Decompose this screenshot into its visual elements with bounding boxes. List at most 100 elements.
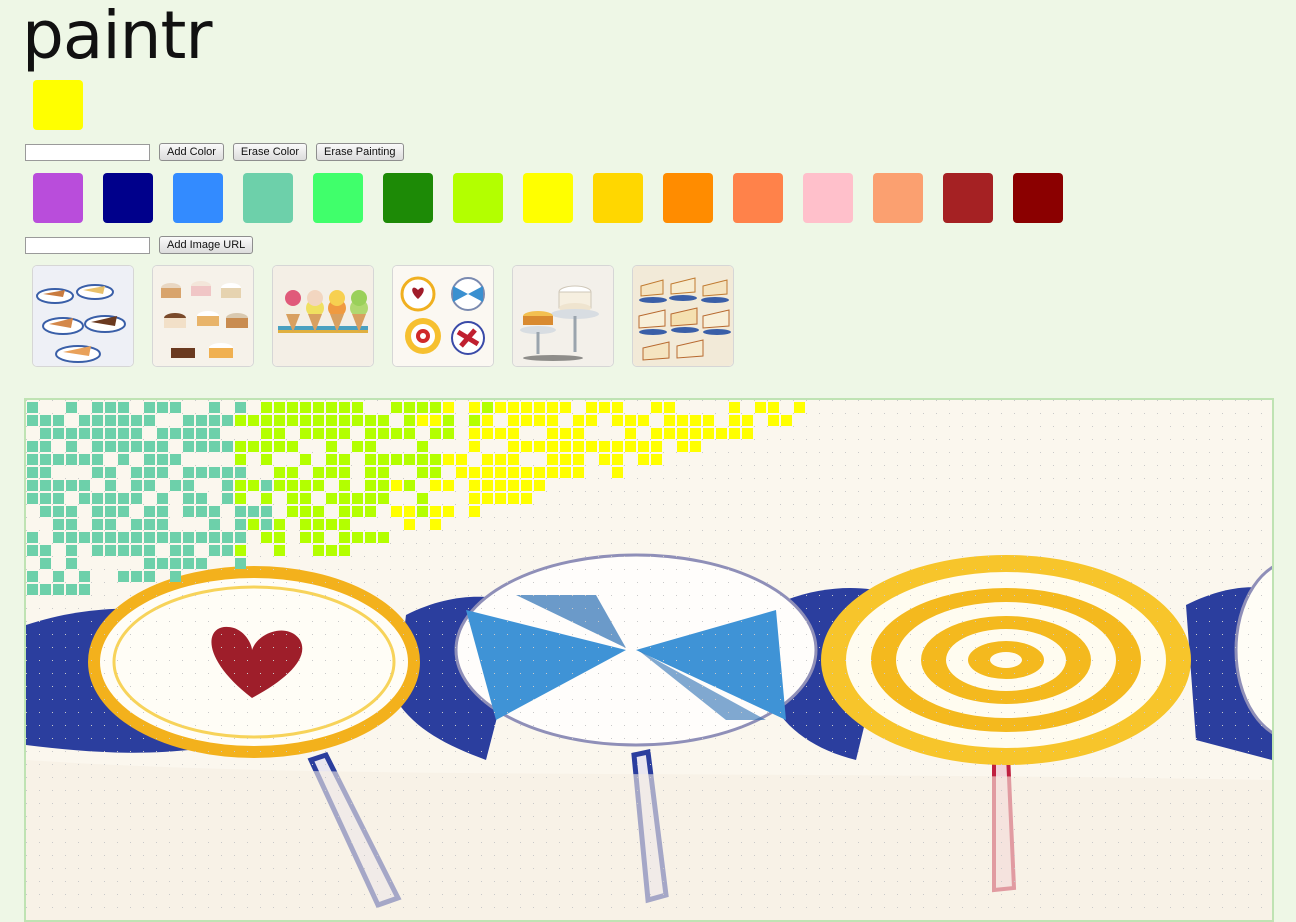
painted-pixel (118, 545, 129, 556)
add-color-button[interactable]: Add Color (159, 143, 224, 161)
painted-pixel (313, 506, 324, 517)
painted-pixel (222, 493, 233, 504)
painted-pixel (105, 467, 116, 478)
painting-canvas[interactable] (24, 398, 1274, 922)
gallery-thumb-cakes[interactable] (153, 266, 253, 366)
painted-pixel (430, 467, 441, 478)
painted-pixel (235, 545, 246, 556)
color-swatch-dark-green[interactable] (383, 173, 433, 223)
painted-pixel (118, 571, 129, 582)
painted-pixel (118, 402, 129, 413)
painted-pixel (40, 584, 51, 595)
painted-pixel (599, 402, 610, 413)
color-swatch-lime[interactable] (453, 173, 503, 223)
painted-pixel (391, 428, 402, 439)
painted-pixel (482, 493, 493, 504)
painted-pixel (339, 454, 350, 465)
painted-pixel (313, 519, 324, 530)
image-url-input[interactable] (25, 236, 150, 254)
painted-pixel (313, 545, 324, 556)
app-logo: paintr (22, 0, 213, 74)
painted-pixel (417, 402, 428, 413)
painted-pixel (53, 506, 64, 517)
painted-pixel (274, 532, 285, 543)
gallery-thumb-pies[interactable] (33, 266, 133, 366)
painted-pixel (586, 402, 597, 413)
painted-pixel (157, 493, 168, 504)
painted-pixel (183, 480, 194, 491)
color-swatch-pink[interactable] (803, 173, 853, 223)
painted-pixel (508, 467, 519, 478)
painted-pixel (66, 506, 77, 517)
painted-pixel (456, 467, 467, 478)
erase-painting-button[interactable]: Erase Painting (316, 143, 404, 161)
painted-pixel (365, 493, 376, 504)
painted-pixel (651, 428, 662, 439)
gallery-thumb-cake-slices[interactable] (633, 266, 733, 366)
painted-pixel (66, 584, 77, 595)
painted-pixel (196, 467, 207, 478)
painted-pixel (391, 506, 402, 517)
painted-pixel (209, 532, 220, 543)
painted-pixel (92, 428, 103, 439)
painted-pixel (235, 493, 246, 504)
gallery-thumb-ice-cream[interactable] (273, 266, 373, 366)
painted-pixel (92, 441, 103, 452)
painted-pixel (534, 415, 545, 426)
color-input[interactable] (25, 143, 150, 161)
color-swatch-yellow[interactable] (523, 173, 573, 223)
painted-pixel (157, 428, 168, 439)
painted-pixel (92, 493, 103, 504)
painted-pixel (79, 571, 90, 582)
color-swatch-coral[interactable] (733, 173, 783, 223)
painted-pixel (456, 454, 467, 465)
painted-pixel (235, 506, 246, 517)
pie-slices-image (33, 266, 133, 366)
add-image-url-button[interactable]: Add Image URL (159, 236, 254, 254)
painted-pixel (105, 415, 116, 426)
painted-pixel (261, 519, 272, 530)
color-swatch-gold[interactable] (593, 173, 643, 223)
painted-pixel (469, 402, 480, 413)
painted-pixel (417, 506, 428, 517)
color-swatch-orange[interactable] (663, 173, 713, 223)
painted-pixel (300, 532, 311, 543)
painted-pixel (352, 506, 363, 517)
color-swatch-navy[interactable] (103, 173, 153, 223)
painted-pixel (235, 415, 246, 426)
painted-pixel (144, 571, 155, 582)
color-swatch-teal[interactable] (243, 173, 293, 223)
painted-pixel (105, 402, 116, 413)
gallery-thumb-lollipops[interactable] (393, 266, 493, 366)
painted-pixel (469, 480, 480, 491)
painted-pixel (248, 480, 259, 491)
color-swatch-brown-red[interactable] (943, 173, 993, 223)
painted-pixel (378, 454, 389, 465)
painted-pixel (612, 402, 623, 413)
erase-color-button[interactable]: Erase Color (232, 143, 307, 161)
color-swatch-salmon[interactable] (873, 173, 923, 223)
painted-pixel (326, 467, 337, 478)
color-swatch-green[interactable] (313, 173, 363, 223)
painted-pixel (222, 480, 233, 491)
gallery-thumb-cake-stand[interactable] (513, 266, 613, 366)
painted-pixel (183, 493, 194, 504)
color-swatch-purple[interactable] (33, 173, 83, 223)
painted-pixel (495, 402, 506, 413)
painted-pixel (742, 415, 753, 426)
painted-pixel (638, 415, 649, 426)
color-swatch-blue[interactable] (173, 173, 223, 223)
painted-pixel (209, 467, 220, 478)
painted-pixel (469, 467, 480, 478)
color-swatch-dark-red[interactable] (1013, 173, 1063, 223)
painted-pixel (326, 493, 337, 504)
painted-pixel (183, 506, 194, 517)
painted-pixel (508, 428, 519, 439)
painted-pixel (287, 493, 298, 504)
painted-pixel (261, 402, 272, 413)
painted-pixel (261, 493, 272, 504)
painted-pixel (417, 454, 428, 465)
painted-pixel (365, 428, 376, 439)
painted-pixel (742, 428, 753, 439)
current-color-swatch (33, 80, 83, 130)
